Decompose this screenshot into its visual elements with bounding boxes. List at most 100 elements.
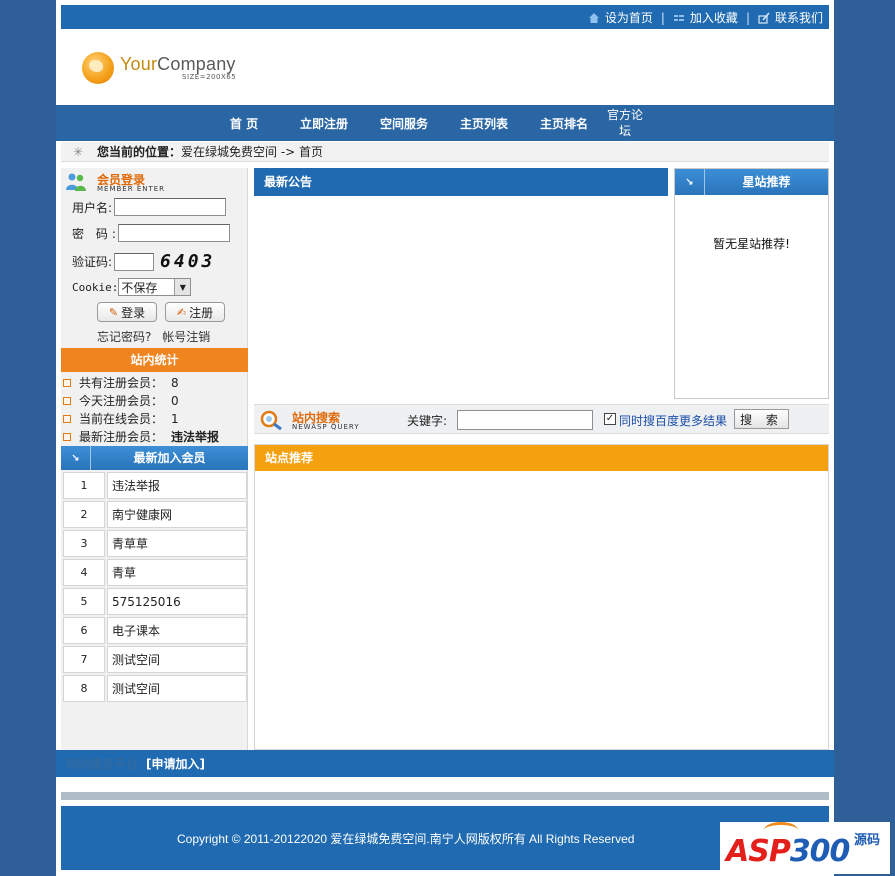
list-item-name[interactable]: 测试空间 [107, 646, 247, 673]
star-sites-header: ↘ 星站推荐 [675, 169, 828, 195]
main-nav: 首 页 立即注册 空间服务 主页列表 主页排名 官方论坛 [56, 105, 834, 141]
new-members-header: ↘ 最新加入会员 [61, 446, 248, 470]
register-button[interactable]: ✍ 注册 [165, 302, 225, 322]
home-icon [588, 12, 599, 23]
list-item: 4 青草 [63, 559, 247, 586]
list-item: 6 电子课本 [63, 617, 247, 644]
login-subtitle: MEMBER ENTER [97, 185, 166, 193]
list-item-number: 3 [63, 530, 105, 557]
cookie-label: Cookie: [72, 280, 119, 294]
list-item-number: 5 [63, 588, 105, 615]
new-members-list: 1 违法举报 2 南宁健康网 3 青草草 4 青草 5 575125016 6 电子课本 7… [63, 472, 247, 704]
list-item: 5 575125016 [63, 588, 247, 615]
account-links: 忘记密码? 帐号注销 [97, 328, 217, 345]
contact-us-link[interactable]: 联系我们 [758, 9, 823, 26]
notice-body [254, 196, 668, 402]
list-item: 7 测试空间 [63, 646, 247, 673]
nav-homepage-rank[interactable]: 主页排名 [534, 105, 594, 141]
copyright-text: Copyright © 2011-20122020 爱在绿城免费空间.南宁人网版… [177, 832, 635, 846]
breadcrumb-path[interactable]: 爱在绿城免费空间 -> 首页 [181, 143, 323, 160]
password-input[interactable] [117, 224, 230, 242]
apply-join-link[interactable]: [申请加入] [146, 755, 205, 772]
cookie-select[interactable]: 不保存 ▼ [118, 278, 192, 296]
breadcrumb-label: 您当前的位置： [97, 145, 182, 159]
bullet-icon [63, 378, 71, 387]
nav-homepage-list[interactable]: 主页列表 [454, 105, 514, 141]
cookie-select-value: 不保存 [121, 280, 158, 295]
baidu-checkbox[interactable]: ✓ [604, 413, 616, 425]
separator: | [745, 10, 750, 25]
site-stats-header: 站内统计 [61, 348, 248, 372]
register-button-label: 注册 [189, 305, 214, 320]
bullet-icon [63, 432, 71, 441]
list-item-name[interactable]: 575125016 [107, 588, 247, 615]
search-button[interactable]: 搜 索 [734, 409, 789, 429]
list-item-name[interactable]: 测试空间 [107, 675, 247, 702]
globe-icon [82, 52, 114, 84]
list-item-name[interactable]: 电子课本 [107, 617, 247, 644]
arrow-down-icon: ↘ [61, 446, 91, 470]
list-item: 2 南宁健康网 [63, 501, 247, 528]
watermark-main: ASP300 [726, 834, 851, 869]
separator: | [660, 10, 665, 25]
list-item-name[interactable]: 青草 [107, 559, 247, 586]
arrow-down-icon: ↘ [675, 169, 705, 195]
stat-value: 8 [171, 375, 179, 390]
login-button[interactable]: ✎ 登录 [97, 302, 157, 322]
nav-space-service[interactable]: 空间服务 [374, 105, 434, 141]
key-icon: ✎ [108, 305, 119, 319]
member-login-header: 会员登录 MEMBER ENTER [61, 168, 248, 196]
recommended-sites-title: 站点推荐 [255, 445, 828, 471]
password-label: 密 码: [72, 226, 120, 241]
set-homepage-link[interactable]: 设为首页 [588, 9, 653, 26]
location-icon: ✳ [72, 144, 84, 159]
watermark-main-b: 300 [789, 834, 851, 869]
logo-name: YourCompany [120, 55, 236, 73]
service-platform-label: 网站服务平台 [66, 757, 139, 771]
captcha-label: 验证码: [72, 255, 113, 269]
stat-online-members: 当前在线会员： 1 [63, 410, 179, 427]
add-favorite-label: 加入收藏 [689, 11, 738, 25]
list-item-number: 7 [63, 646, 105, 673]
cancel-account-link[interactable]: 帐号注销 [162, 330, 210, 344]
favorite-icon [673, 14, 684, 21]
list-item-number: 2 [63, 501, 105, 528]
service-bar: 网站服务平台 [申请加入] [56, 750, 834, 777]
new-members-title: 最新加入会员 [133, 451, 206, 465]
captcha-input[interactable] [114, 252, 155, 271]
stat-value: 1 [171, 411, 179, 426]
star-sites-title: 星站推荐 [742, 175, 791, 189]
nav-official-forum[interactable]: 官方论坛 [605, 105, 645, 141]
logo-size-note: SIZE=200X65 [182, 73, 237, 81]
keyword-input[interactable] [457, 410, 593, 430]
username-input[interactable] [114, 198, 227, 216]
stat-value[interactable]: 违法举报 [171, 428, 219, 445]
list-item-name[interactable]: 青草草 [107, 530, 247, 557]
stat-value: 0 [171, 393, 179, 408]
set-homepage-label: 设为首页 [604, 11, 653, 25]
cookie-row: Cookie: 不保存 ▼ [72, 278, 192, 296]
company-logo[interactable]: YourCompany SIZE=200X65 [82, 52, 236, 84]
contact-us-label: 联系我们 [774, 11, 823, 25]
stat-newest-member: 最新注册会员： 违法举报 [63, 428, 219, 445]
stat-label: 今天注册会员： [79, 394, 164, 408]
captcha-row: 验证码: 6403 [72, 251, 215, 272]
forgot-password-link[interactable]: 忘记密码? [97, 330, 151, 344]
baidu-checkbox-label[interactable]: 同时搜百度更多结果 [619, 412, 727, 429]
nav-home[interactable]: 首 页 [216, 105, 272, 141]
nav-register[interactable]: 立即注册 [294, 105, 354, 141]
list-item-name[interactable]: 违法举报 [107, 472, 247, 499]
bullet-icon [63, 396, 71, 405]
captcha-image[interactable]: 6403 [160, 251, 215, 272]
username-label: 用户名: [72, 200, 113, 215]
watermark-logo: ASP300 源码 [720, 822, 890, 874]
top-bar: 设为首页 | 加入收藏 | 联系我们 [61, 5, 829, 29]
edit-icon [758, 12, 770, 24]
list-item-number: 1 [63, 472, 105, 499]
list-item: 8 测试空间 [63, 675, 247, 702]
list-item-name[interactable]: 南宁健康网 [107, 501, 247, 528]
watermark-main-a: ASP [726, 834, 791, 869]
add-favorite-link[interactable]: 加入收藏 [673, 9, 738, 26]
site-search-bar: 站内搜索 NEWASP QUERY 关键字: ✓ 同时搜百度更多结果 搜 索 [254, 404, 829, 434]
footer: Copyright © 2011-20122020 爱在绿城免费空间.南宁人网版… [61, 806, 829, 870]
